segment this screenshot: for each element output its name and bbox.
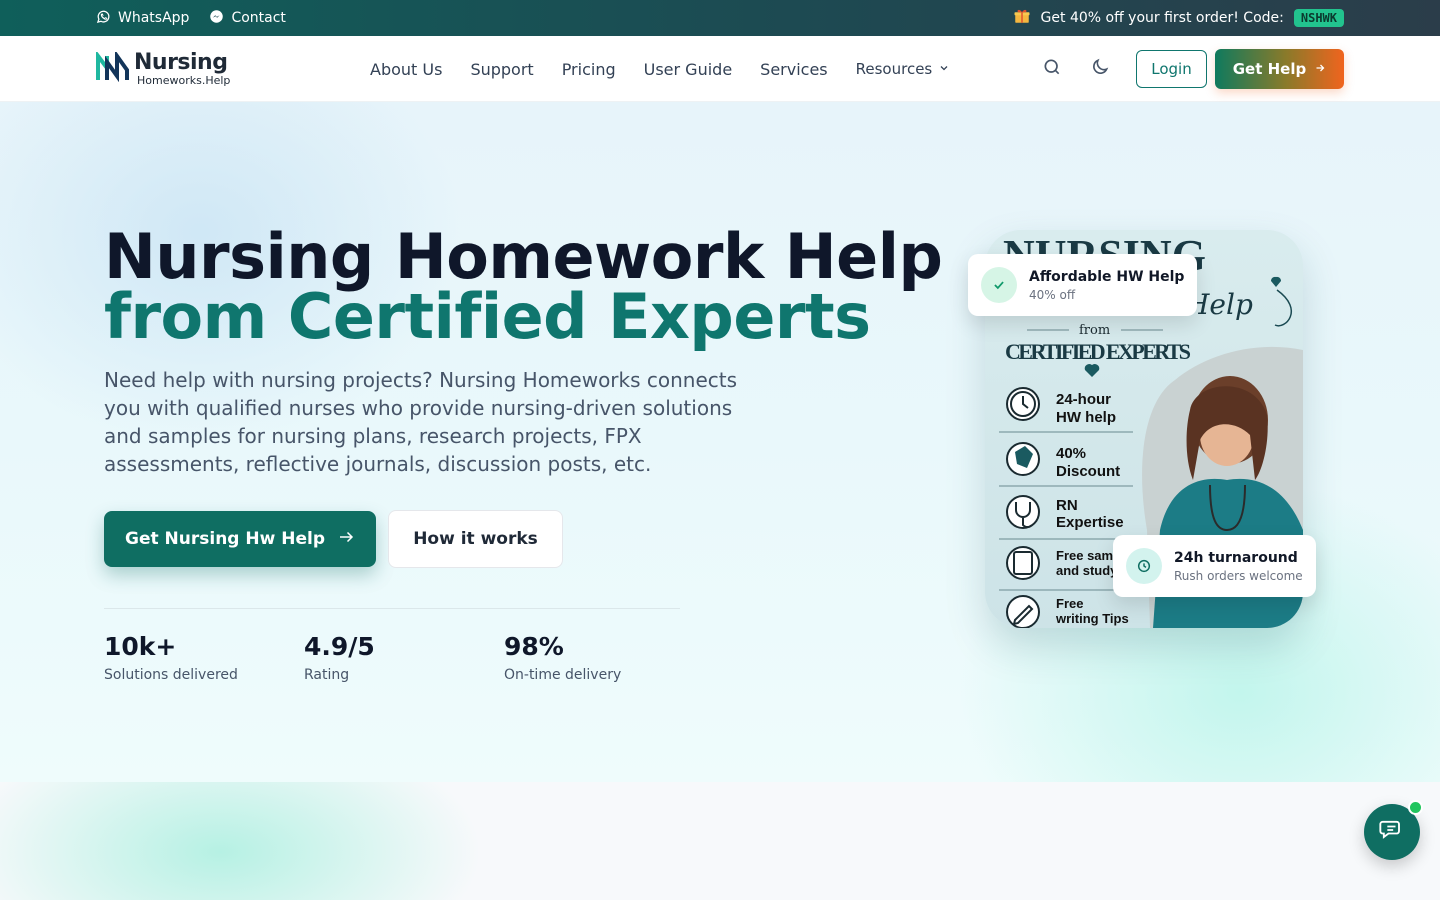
stat-value: 98%	[504, 632, 564, 661]
resources-label: Resources	[855, 60, 933, 78]
how-it-works-button[interactable]: How it works	[388, 510, 563, 568]
nav-item-support[interactable]: Support	[470, 60, 533, 79]
turnaround-subtitle: Rush orders welcome	[1174, 568, 1303, 583]
chat-icon	[1378, 816, 1406, 848]
logo-subtitle: Homeworks.Help	[137, 74, 231, 87]
whatsapp-label: WhatsApp	[118, 10, 190, 26]
card-experts: CERTIFIED EXPERTS	[1005, 339, 1191, 364]
card-from: from	[1079, 323, 1110, 338]
stat-label: Solutions delivered	[104, 667, 238, 683]
nav-item-resources[interactable]: Resources	[856, 60, 951, 78]
next-section	[0, 782, 1440, 900]
stat-on-time: 98% On-time delivery	[504, 632, 621, 683]
affordable-subtitle: 40% off	[1029, 287, 1076, 302]
nav-item-about-us[interactable]: About Us	[370, 60, 442, 79]
search-button[interactable]	[1028, 49, 1076, 89]
hero-headline-line2: from Certified Experts	[104, 280, 871, 353]
turnaround-title: 24h turnaround	[1174, 549, 1298, 566]
hero-lead: Need help with nursing projects? Nursing…	[104, 368, 738, 476]
stat-solutions: 10k+ Solutions delivered	[104, 632, 238, 683]
nav-item-services[interactable]: Services	[760, 60, 827, 79]
gift-icon	[1013, 7, 1031, 29]
card-feature-line: Discount	[1056, 463, 1120, 480]
promo-code-badge: NSHWK	[1293, 9, 1344, 27]
card-feature-line: RN	[1056, 497, 1078, 514]
stat-value: 4.9/5	[304, 632, 375, 661]
affordable-title: Affordable HW Help	[1029, 268, 1185, 285]
card-feature-line: Free	[1056, 596, 1083, 611]
moon-icon	[1090, 57, 1110, 81]
logo-mark-icon	[96, 49, 130, 86]
get-help-button[interactable]: Get Help	[1215, 49, 1344, 89]
site-logo[interactable]: Nursing Homeworks.Help	[96, 49, 231, 87]
arrow-right-icon	[337, 528, 355, 551]
clock-icon	[1126, 548, 1162, 584]
card-feature-line: 24-hour	[1056, 391, 1111, 408]
search-icon	[1042, 57, 1062, 81]
online-status-dot	[1408, 800, 1423, 815]
affordable-badge: Affordable HW Help 40% off	[968, 254, 1197, 316]
messenger-icon	[209, 9, 224, 28]
card-feature-line: and study	[1056, 563, 1118, 578]
nav-item-user-guide[interactable]: User Guide	[644, 60, 733, 79]
whatsapp-icon	[96, 9, 111, 28]
stat-label: On-time delivery	[504, 667, 622, 683]
stat-value: 10k+	[104, 632, 177, 661]
login-button[interactable]: Login	[1136, 50, 1207, 88]
whatsapp-link[interactable]: WhatsApp	[96, 9, 189, 28]
card-feature-line: Expertise	[1056, 514, 1124, 531]
get-nursing-help-button[interactable]: Get Nursing Hw Help	[104, 511, 376, 567]
card-feature-line: writing Tips	[1055, 611, 1129, 626]
theme-toggle-button[interactable]	[1076, 49, 1124, 89]
card-feature-line: Free samp	[1056, 548, 1121, 563]
top-bar: WhatsApp Contact Get 40% off your first …	[0, 0, 1440, 36]
card-feature-line: HW help	[1056, 409, 1116, 426]
arrow-right-icon	[1314, 60, 1326, 78]
contact-label: Contact	[231, 10, 286, 26]
cta-primary-label: Get Nursing Hw Help	[125, 529, 325, 549]
stats-divider	[104, 608, 680, 609]
card-feature-line: 40%	[1056, 445, 1086, 462]
primary-menu: About Us Support Pricing User Guide Serv…	[370, 36, 950, 102]
check-icon	[981, 267, 1017, 303]
stat-label: Rating	[304, 667, 350, 683]
promo-text: Get 40% off your first order! Code:	[1040, 10, 1284, 26]
nav-item-pricing[interactable]: Pricing	[562, 60, 616, 79]
get-help-label: Get Help	[1232, 60, 1307, 78]
logo-title: Nursing	[134, 50, 228, 75]
contact-link[interactable]: Contact	[209, 9, 286, 28]
chevron-down-icon	[938, 60, 950, 78]
turnaround-badge: 24h turnaround Rush orders welcome	[1113, 535, 1316, 597]
hero-section: Nursing Homework Help from Certified Exp…	[0, 102, 1440, 782]
main-navbar: Nursing Homeworks.Help About Us Support …	[0, 36, 1440, 102]
stat-rating: 4.9/5 Rating	[304, 632, 375, 683]
